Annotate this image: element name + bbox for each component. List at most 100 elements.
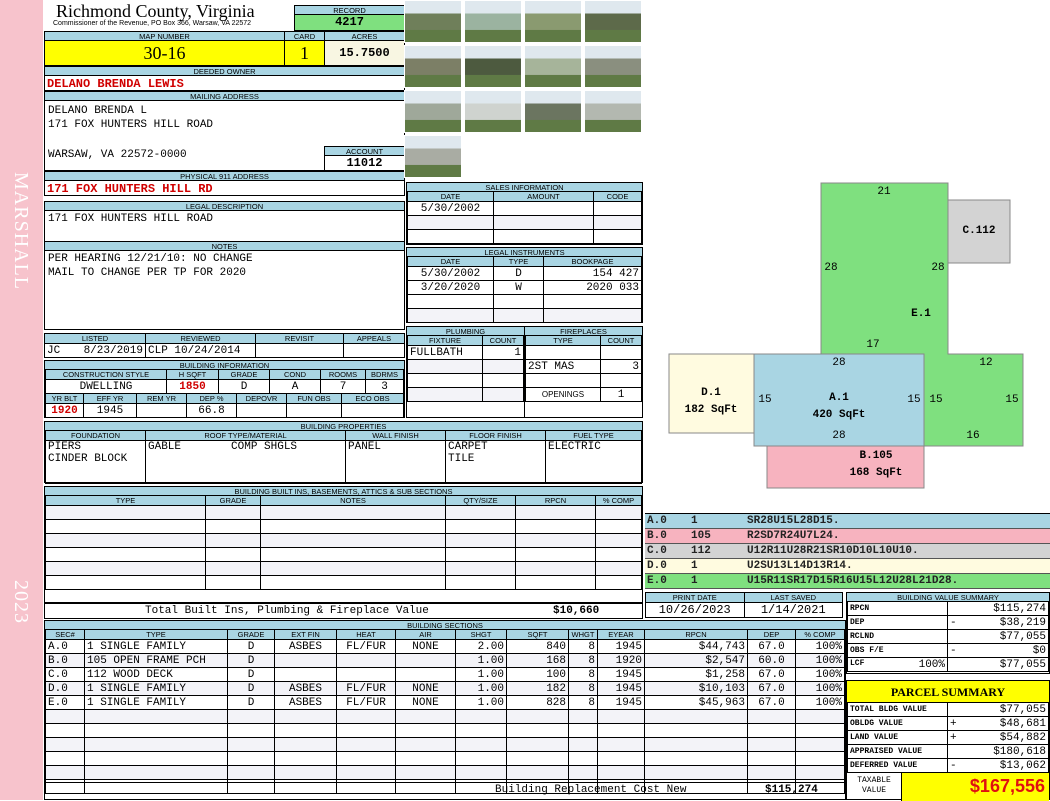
property-photo[interactable] <box>524 45 582 88</box>
card-number: 1 <box>285 41 325 65</box>
table-cell: 3 <box>600 359 642 374</box>
summary-row: APPRAISED VALUE $180,618 <box>847 744 1049 759</box>
building-value <box>236 403 287 418</box>
table-cell: E.0 <box>45 695 85 710</box>
property-photo[interactable] <box>584 90 642 133</box>
summary-key: OBS F/E <box>847 643 948 658</box>
area-sqft-b105: 168 SqFt <box>849 467 903 479</box>
dim-label: 17 <box>866 339 880 351</box>
physical-address-box: PHYSICAL 911 ADDRESS 171 FOX HUNTERS HIL… <box>44 171 405 196</box>
table-cell: 8 <box>568 639 598 654</box>
property-photo[interactable] <box>584 0 642 43</box>
table-cell: 168 <box>506 653 569 668</box>
building-value <box>341 403 404 418</box>
notes-box: NOTES PER HEARING 12/21/10: NO CHANGE MA… <box>44 241 405 330</box>
built-ins: BUILDING BUILT INS, BASEMENTS, ATTICS & … <box>44 486 643 603</box>
sections-total: Building Replacement Cost New $115,274 <box>45 782 845 799</box>
building-value: A <box>269 379 321 394</box>
column-header: GRADE <box>218 369 270 380</box>
building-value: D <box>218 379 270 394</box>
table-cell: D <box>227 681 275 696</box>
summary-value: $77,055 <box>999 658 1046 671</box>
column-header: WHGT <box>568 629 598 640</box>
built-ins-total: Total Built Ins, Plumbing & Fireplace Va… <box>44 603 643 619</box>
record-box: RECORD 4217 <box>294 5 405 31</box>
sketch-codes: A.0 1 SR28U15L28D15. B.0 105 R2SD7R24U7L24. C.… <box>645 513 1050 589</box>
table-cell: NONE <box>395 681 456 696</box>
foundation-cell: PIERS CINDER BLOCK <box>45 440 146 484</box>
owner-box: DEEDED OWNER DELANO BRENDA LEWIS <box>44 66 405 91</box>
sketch-code-path: R2SD7R24U7L24. <box>747 530 840 542</box>
area-sqft-a1: 420 SqFt <box>812 409 866 421</box>
table-cell: 1 <box>482 345 524 360</box>
table-cell: 182 <box>506 681 569 696</box>
column-header: GRADE <box>227 629 275 640</box>
sketch-code-sec: B.0 <box>647 530 667 542</box>
fuel-type: ELECTRIC <box>545 440 642 484</box>
legal-label: LEGAL DESCRIPTION <box>45 202 404 211</box>
taxable-value: $167,556 <box>902 773 1049 801</box>
table-cell <box>274 653 337 668</box>
reviewed-cell: CLP 10/24/2014 <box>145 343 256 358</box>
tax-year: 2023 <box>10 580 32 624</box>
property-photo[interactable] <box>464 45 522 88</box>
table-cell: D <box>227 653 275 668</box>
dim-label: 15 <box>929 394 943 406</box>
appeals-label: APPEALS <box>343 333 405 344</box>
summary-value: $77,055 <box>999 630 1046 643</box>
summary-sign: + <box>950 731 957 744</box>
table-cell: 105 OPEN FRAME PCH <box>84 653 228 668</box>
table-row: E.0 1 SINGLE FAMILY D ASBES FL/FUR NONE 1.00 82… <box>45 695 845 710</box>
foundation-2: CINDER BLOCK <box>48 453 128 465</box>
listed-by: JC <box>47 344 61 357</box>
property-photo[interactable] <box>404 45 462 88</box>
table-cell: 1.00 <box>455 653 507 668</box>
table-cell: 1945 <box>597 695 645 710</box>
property-photo[interactable] <box>584 45 642 88</box>
revisit-label: REVISIT <box>255 333 344 344</box>
summary-sign: - <box>950 644 957 657</box>
summary-value-cell: $77,055 <box>947 702 1049 717</box>
table-cell: 100% <box>795 653 845 668</box>
table-cell: C.0 <box>45 667 85 682</box>
taxable-label: TAXABLE VALUE <box>847 773 902 801</box>
column-header: COND <box>269 369 321 380</box>
table-cell: ASBES <box>274 639 337 654</box>
summary-sign: - <box>950 759 957 772</box>
column-header: QTY/SIZE <box>445 495 516 506</box>
property-photo[interactable] <box>464 90 522 133</box>
summary-value: $77,055 <box>999 703 1046 716</box>
revisit-value <box>255 343 344 358</box>
sections-total-label: Building Replacement Cost New <box>495 784 687 796</box>
account-number: 11012 <box>346 156 383 170</box>
sales-info: SALES INFORMATION DATE AMOUNT CODE 5/30/200… <box>406 182 643 245</box>
column-header: EXT FIN <box>274 629 337 640</box>
table-cell <box>493 201 594 216</box>
physical-address: 171 FOX HUNTERS HILL RD <box>47 182 213 196</box>
column-header: TYPE <box>84 629 228 640</box>
property-photo[interactable] <box>524 90 582 133</box>
foundation-1: PIERS <box>48 441 82 454</box>
summary-row: RPCN $115,274 <box>847 601 1049 616</box>
property-photo[interactable] <box>404 135 462 178</box>
sketch-code-path: U15R11SR17D15R16U15L12U28L21D28. <box>747 575 959 587</box>
column-header: REM YR <box>136 393 187 404</box>
taxable-label-2: VALUE <box>861 786 886 795</box>
column-header: CODE <box>593 191 642 202</box>
table-row: A.0 1 SINGLE FAMILY D ASBES FL/FUR NONE 2.00 84… <box>45 639 845 654</box>
property-photo[interactable] <box>464 0 522 43</box>
county-title: Richmond County, Virginia <box>56 1 255 21</box>
acres-value: 15.7500 <box>325 41 404 65</box>
column-header: GRADE <box>205 495 261 506</box>
column-header: FUN OBS <box>286 393 342 404</box>
roof-material: COMP SHGLS <box>231 441 298 454</box>
side-strip: MARSHALL 2023 <box>0 0 43 800</box>
notes-line2: MAIL TO CHANGE PER TP FOR 2020 <box>48 267 247 279</box>
property-photo[interactable] <box>404 0 462 43</box>
table-cell: 2ST MAS <box>525 359 601 374</box>
property-photo[interactable] <box>404 90 462 133</box>
legal-instruments: LEGAL INSTRUMENTS DATE TYPE BOOKPAGE 5/30/2… <box>406 247 643 323</box>
property-photo[interactable] <box>524 0 582 43</box>
table-cell: A.0 <box>45 639 85 654</box>
building-value: 66.8 <box>186 403 237 418</box>
